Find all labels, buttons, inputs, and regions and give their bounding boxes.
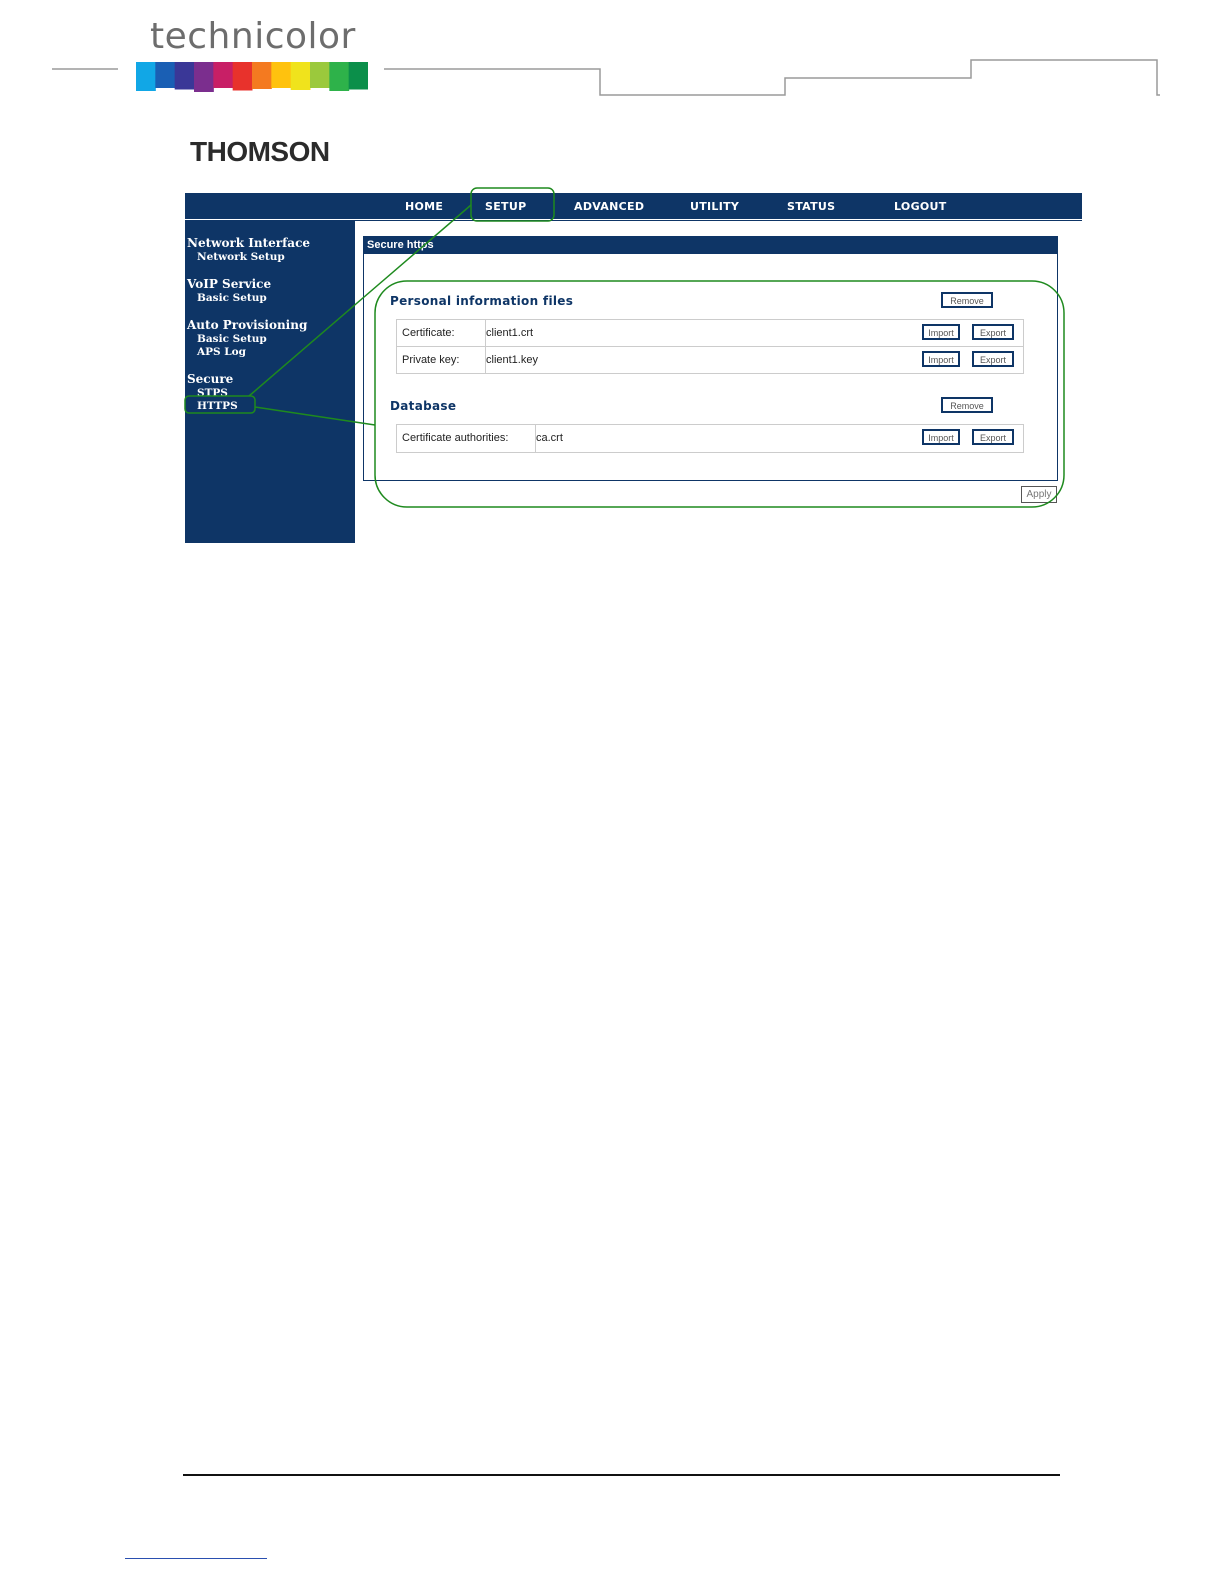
sidebar-group-secure[interactable]: Secure bbox=[187, 372, 233, 386]
private-key-label: Private key: bbox=[402, 354, 460, 366]
color-bar-block bbox=[271, 62, 292, 88]
color-bar-block bbox=[232, 62, 253, 91]
color-bar-block bbox=[252, 62, 272, 89]
color-bar-block bbox=[213, 62, 234, 88]
database-table: Certificate authorities: ca.crt Import E… bbox=[396, 424, 1024, 453]
color-bar-block bbox=[194, 62, 214, 92]
row-divider bbox=[397, 346, 1023, 347]
ca-import-button[interactable]: Import bbox=[922, 429, 960, 445]
technicolor-logo-text: technicolor bbox=[150, 16, 356, 57]
sidebar: Network Interface Network Setup VoIP Ser… bbox=[185, 221, 355, 543]
thomson-logo: THOMSON bbox=[190, 136, 330, 167]
certificate-value: client1.crt bbox=[486, 327, 534, 339]
panel-title-bar: Secure https bbox=[364, 237, 1057, 254]
ca-export-button[interactable]: Export bbox=[972, 429, 1014, 445]
sidebar-item-voip-basic-setup[interactable]: Basic Setup bbox=[197, 292, 267, 304]
private-key-import-button[interactable]: Import bbox=[922, 351, 960, 367]
sidebar-group-voip-service[interactable]: VoIP Service bbox=[187, 277, 271, 291]
sidebar-item-stps[interactable]: STPS bbox=[197, 387, 228, 399]
sidebar-item-network-setup[interactable]: Network Setup bbox=[197, 251, 285, 263]
certificate-import-button[interactable]: Import bbox=[922, 324, 960, 340]
nav-utility[interactable]: UTILITY bbox=[690, 200, 739, 213]
apply-button[interactable]: Apply bbox=[1021, 486, 1057, 503]
database-remove-button[interactable]: Remove bbox=[941, 397, 993, 413]
private-key-export-button[interactable]: Export bbox=[972, 351, 1014, 367]
nav-logout[interactable]: LOGOUT bbox=[894, 200, 947, 213]
color-bar-block bbox=[155, 62, 176, 88]
nav-setup[interactable]: SETUP bbox=[485, 200, 526, 213]
nav-home[interactable]: HOME bbox=[405, 200, 443, 213]
ca-label: Certificate authorities: bbox=[402, 432, 509, 444]
footer-rule bbox=[183, 1474, 1060, 1476]
sidebar-item-aps-basic-setup[interactable]: Basic Setup bbox=[197, 333, 267, 345]
ca-value: ca.crt bbox=[536, 432, 563, 444]
nav-status[interactable]: STATUS bbox=[787, 200, 835, 213]
nav-advanced[interactable]: ADVANCED bbox=[574, 200, 644, 213]
sidebar-item-https[interactable]: HTTPS bbox=[197, 400, 238, 412]
color-bar-block bbox=[310, 62, 330, 88]
personal-remove-button[interactable]: Remove bbox=[941, 292, 993, 308]
sidebar-group-auto-provisioning[interactable]: Auto Provisioning bbox=[187, 318, 307, 332]
database-heading: Database bbox=[390, 399, 457, 413]
sidebar-group-network-interface[interactable]: Network Interface bbox=[187, 236, 310, 250]
secure-https-panel: Secure https Personal information files … bbox=[363, 236, 1058, 481]
personal-files-heading: Personal information files bbox=[390, 294, 574, 308]
footer-link-underline[interactable] bbox=[125, 1558, 267, 1559]
certificate-export-button[interactable]: Export bbox=[972, 324, 1014, 340]
color-bar-block bbox=[348, 62, 368, 90]
sidebar-item-aps-log[interactable]: APS Log bbox=[197, 346, 246, 358]
color-bar-block bbox=[174, 62, 195, 90]
color-bar-block bbox=[329, 62, 350, 91]
top-nav-bar: HOME SETUP ADVANCED UTILITY STATUS LOGOU… bbox=[185, 193, 1082, 219]
panel-title: Secure https bbox=[367, 239, 434, 251]
color-bar-block bbox=[290, 62, 311, 90]
technicolor-color-bar-logo bbox=[136, 62, 368, 92]
color-bar-block bbox=[136, 62, 156, 91]
certificate-label: Certificate: bbox=[402, 327, 455, 339]
private-key-value: client1.key bbox=[486, 354, 538, 366]
personal-files-table: Certificate: client1.crt Import Export P… bbox=[396, 319, 1024, 374]
